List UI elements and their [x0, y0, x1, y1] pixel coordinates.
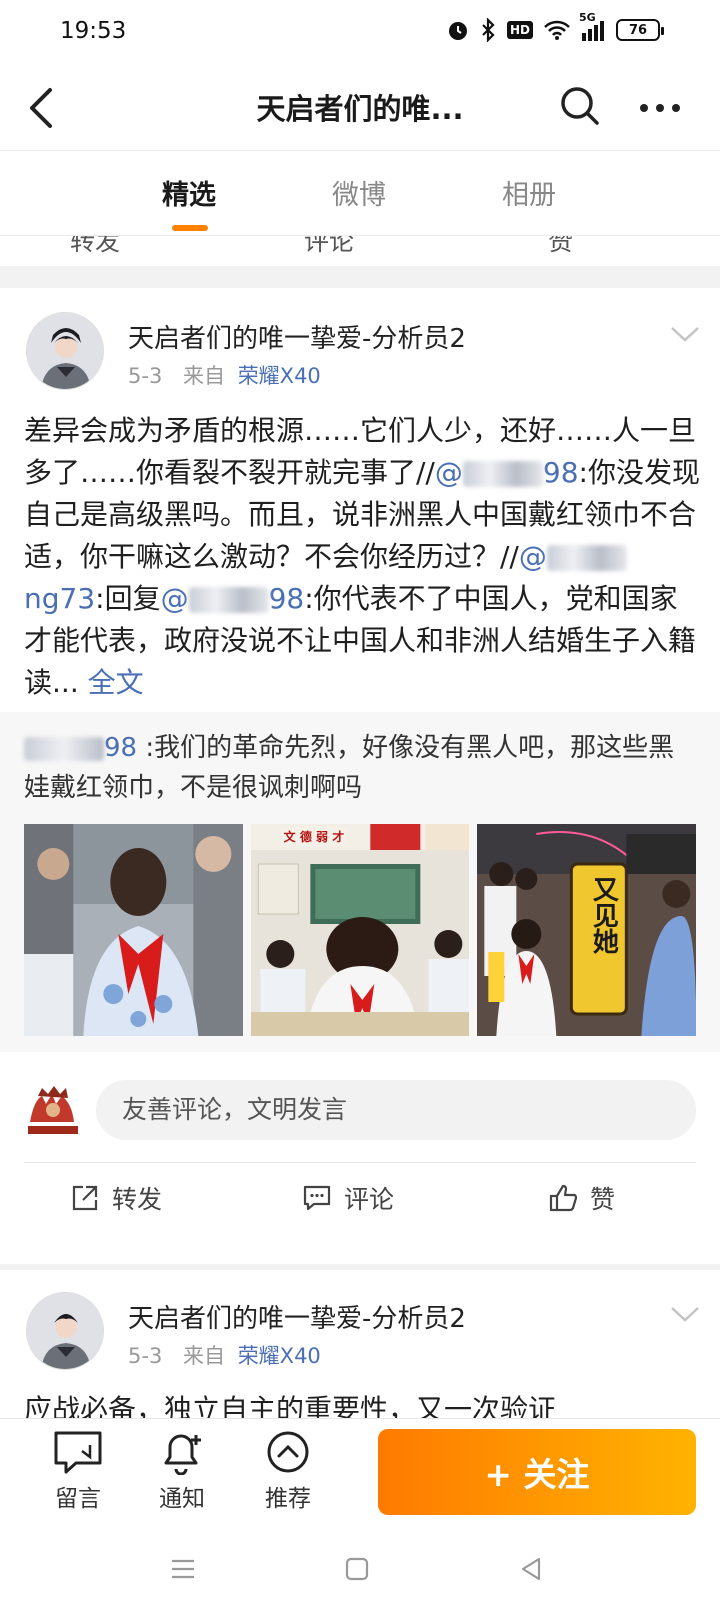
post-date: 5-3: [128, 1344, 163, 1368]
blurred-username: [24, 736, 104, 761]
quoted-author-tail: 98: [104, 733, 138, 763]
classroom-sign: 文 德 弱 才: [280, 827, 348, 846]
profile-tabs: 精选 微博 相册: [0, 150, 720, 236]
previous-post-actions: 转发 评论 赞: [0, 236, 720, 266]
quoted-author[interactable]: 98: [24, 733, 137, 763]
system-nav-bar: [0, 1536, 720, 1612]
mention-3[interactable]: @98: [161, 582, 305, 615]
post-actions: 转发 评论 赞: [0, 1164, 720, 1234]
post-date: 5-3: [128, 364, 163, 388]
post-card[interactable]: 天启者们的唯一挚爱-分析员2 5-3 来自 荣耀X40 差异会成为矛盾的根源………: [0, 288, 720, 1264]
mention-at: @: [518, 540, 547, 573]
avatar[interactable]: [26, 1292, 104, 1370]
from-label: 来自: [183, 364, 225, 388]
thumbs-up-icon: [549, 1184, 578, 1212]
comment-icon: [303, 1185, 331, 1211]
network-label: 5G: [579, 11, 596, 24]
post-source[interactable]: 荣耀X40: [238, 364, 321, 388]
page-title: 天启者们的唯...: [256, 92, 464, 126]
tab-album[interactable]: 相册: [502, 173, 556, 212]
bluetooth-icon: [480, 18, 496, 42]
from-label: 来自: [183, 1344, 225, 1368]
avatar[interactable]: [26, 312, 104, 390]
post-source[interactable]: 荣耀X40: [238, 1344, 321, 1368]
recommend-button[interactable]: 推荐: [248, 1429, 328, 1513]
photo-grid: 文 德 弱 才 又见她: [24, 824, 697, 1036]
notify-button[interactable]: 通知: [142, 1429, 222, 1513]
post-meta: 5-3 来自 荣耀X40: [128, 360, 321, 390]
repost-button[interactable]: 转发: [70, 1180, 162, 1216]
home-icon[interactable]: [344, 1556, 370, 1586]
menu-icon[interactable]: [170, 1556, 196, 1586]
post-body: 应战必备，独立自主的重要性，又一次验证: [24, 1393, 557, 1420]
prev-repost-button[interactable]: 转发: [70, 236, 120, 258]
mention-2-tail: ng73: [24, 582, 96, 615]
post-meta: 5-3 来自 荣耀X40: [128, 1340, 321, 1370]
tab-featured[interactable]: 精选: [162, 173, 216, 212]
bell-plus-icon: [164, 1434, 201, 1475]
blurred-username: [188, 587, 269, 613]
mention-1-tail[interactable]: 98: [543, 456, 579, 489]
divider: [24, 1162, 696, 1163]
chevron-down-icon[interactable]: [670, 1304, 700, 1324]
photo-caption: 又见她: [588, 876, 619, 954]
notify-label: 通知: [159, 1486, 205, 1512]
status-time: 19:53: [60, 18, 127, 44]
message-icon: [54, 1431, 102, 1474]
photo-1[interactable]: [24, 824, 243, 1036]
comment-row: 友善评论，文明发言: [0, 1074, 720, 1154]
chevron-down-icon[interactable]: [670, 324, 700, 344]
mention-3-tail: 98: [268, 582, 305, 615]
status-bar: 19:53 HD 5G 76: [0, 0, 720, 66]
repost-icon: [72, 1185, 98, 1211]
back-icon[interactable]: [22, 82, 70, 134]
alarm-icon: [447, 19, 469, 41]
photo-3[interactable]: 又见她: [477, 824, 697, 1036]
like-label: 赞: [590, 1185, 616, 1214]
mention-at: @: [434, 456, 463, 489]
comment-input[interactable]: 友善评论，文明发言: [96, 1080, 696, 1140]
status-icons: HD 5G 76: [447, 11, 664, 42]
blurred-username: [546, 545, 627, 571]
post-text-3: :回复: [95, 582, 161, 615]
follow-button[interactable]: + 关注: [378, 1429, 696, 1515]
post-body: 差异会成为矛盾的根源……它们人少，还好……人一旦多了……你看裂不裂开就完事了//…: [24, 410, 700, 704]
tab-indicator: [172, 225, 208, 231]
mention-at: @: [160, 582, 189, 615]
like-button[interactable]: 赞: [548, 1180, 615, 1216]
photo-2[interactable]: 文 德 弱 才: [250, 824, 470, 1036]
blurred-username: [462, 461, 543, 487]
prev-comment-button[interactable]: 评论: [304, 236, 354, 258]
wifi-icon: [544, 20, 570, 40]
nav-bar: 天启者们的唯...: [0, 66, 720, 150]
tab-weibo[interactable]: 微博: [332, 173, 386, 212]
bottom-bar: 留言 通知 推荐 + 关注: [0, 1418, 720, 1536]
prev-like-button[interactable]: 赞: [548, 236, 573, 258]
message-button[interactable]: 留言: [38, 1429, 118, 1513]
chevron-up-circle-icon: [267, 1431, 309, 1473]
repost-label: 转发: [112, 1185, 163, 1214]
battery-icon: 76: [616, 19, 664, 41]
search-icon[interactable]: [558, 84, 602, 128]
my-avatar[interactable]: [24, 1082, 82, 1140]
author-name[interactable]: 天启者们的唯一挚爱-分析员2: [128, 1298, 466, 1335]
quoted-post[interactable]: 98 :我们的革命先烈，好像没有黑人吧，那这些黑娃戴红领巾，不是很讽刺啊吗 文 …: [0, 712, 720, 1052]
feed-divider: [0, 266, 720, 288]
comment-button[interactable]: 评论: [302, 1180, 394, 1216]
recommend-label: 推荐: [265, 1486, 311, 1512]
full-text-link[interactable]: 全文: [88, 666, 144, 699]
message-label: 留言: [55, 1486, 101, 1512]
signal-icon: 5G: [579, 11, 605, 41]
back-triangle-icon[interactable]: [518, 1556, 544, 1586]
author-name[interactable]: 天启者们的唯一挚爱-分析员2: [128, 318, 466, 355]
post-card[interactable]: 天启者们的唯一挚爱-分析员2 5-3 来自 荣耀X40 应战必备，独立自主的重要…: [0, 1270, 720, 1420]
quoted-text: 98 :我们的革命先烈，好像没有黑人吧，那这些黑娃戴红领巾，不是很讽刺啊吗: [24, 728, 694, 808]
mention-1[interactable]: @: [435, 456, 543, 489]
comment-label: 评论: [344, 1185, 395, 1214]
more-icon[interactable]: [638, 88, 682, 128]
ellipsis: ...: [52, 666, 79, 699]
hd-icon: HD: [506, 21, 533, 39]
